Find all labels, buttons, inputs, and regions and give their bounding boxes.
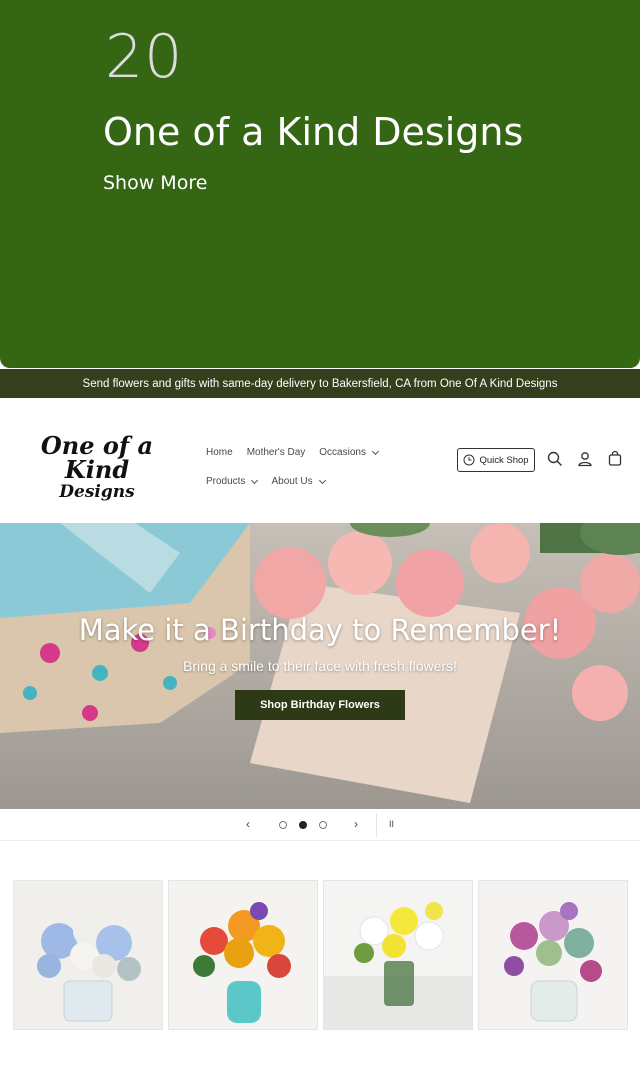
nav-occasions-label: Occasions: [319, 447, 366, 458]
main-nav: Home Mother's Day Occasions Products Abo…: [206, 438, 436, 496]
quick-shop-button[interactable]: Quick Shop: [457, 448, 535, 472]
quick-shop-label: Quick Shop: [479, 454, 529, 466]
logo-line2: Designs: [59, 482, 135, 502]
slide-dot-3[interactable]: [319, 821, 327, 829]
prev-slide-button[interactable]: ‹: [246, 817, 250, 831]
cart-icon[interactable]: [606, 450, 624, 468]
slider-controls: ‹ › II: [0, 809, 640, 841]
nav-home-label: Home: [206, 447, 233, 458]
nav-home[interactable]: Home: [206, 447, 233, 458]
show-more-link[interactable]: Show More: [103, 172, 207, 194]
pause-button[interactable]: II: [389, 819, 394, 829]
slide-dot-1[interactable]: [279, 821, 287, 829]
nav-occasions[interactable]: Occasions: [319, 447, 380, 458]
slide-dot-2[interactable]: [299, 821, 307, 829]
nav-about-us[interactable]: About Us: [271, 476, 326, 487]
logo-line1: One of a Kind: [40, 431, 154, 484]
product-card[interactable]: [323, 880, 473, 1030]
nav-row-1: Home Mother's Day Occasions: [206, 438, 436, 467]
chevron-down-icon: [318, 476, 326, 484]
product-card[interactable]: [168, 880, 318, 1030]
search-icon[interactable]: [546, 450, 564, 468]
nav-products-label: Products: [206, 476, 246, 487]
account-icon[interactable]: [576, 450, 594, 468]
divider: [376, 813, 377, 837]
hero-subtitle: Bring a smile to their face with fresh f…: [183, 658, 457, 674]
nav-mothers-day-label: Mother's Day: [246, 447, 306, 458]
promo-title: One of a Kind Designs: [103, 110, 524, 154]
announcement-bar: Send flowers and gifts with same-day del…: [0, 369, 640, 398]
hero-banner: Make it a Birthday to Remember! Bring a …: [0, 523, 640, 809]
site-header: One of a Kind Designs Home Mother's Day …: [0, 398, 640, 523]
clock-icon: [463, 454, 475, 466]
promo-card: 20 One of a Kind Designs Show More: [0, 0, 640, 368]
announcement-text: Send flowers and gifts with same-day del…: [82, 377, 558, 390]
product-image: [324, 881, 472, 1029]
product-image: [479, 881, 627, 1029]
product-card[interactable]: [478, 880, 628, 1030]
product-card[interactable]: [13, 880, 163, 1030]
nav-about-us-label: About Us: [271, 476, 313, 487]
nav-products[interactable]: Products: [206, 476, 259, 487]
shop-birthday-button[interactable]: Shop Birthday Flowers: [235, 690, 405, 720]
hero-title: Make it a Birthday to Remember!: [78, 613, 562, 647]
product-grid: [13, 880, 629, 1032]
chevron-down-icon: [251, 476, 259, 484]
product-image: [169, 881, 317, 1029]
product-image: [14, 881, 162, 1029]
chevron-down-icon: [371, 447, 380, 455]
promo-count: 20: [105, 22, 184, 92]
next-slide-button[interactable]: ›: [354, 817, 358, 831]
logo[interactable]: One of a Kind Designs: [12, 434, 182, 501]
nav-row-2: Products About Us: [206, 467, 436, 496]
nav-mothers-day[interactable]: Mother's Day: [247, 447, 306, 458]
